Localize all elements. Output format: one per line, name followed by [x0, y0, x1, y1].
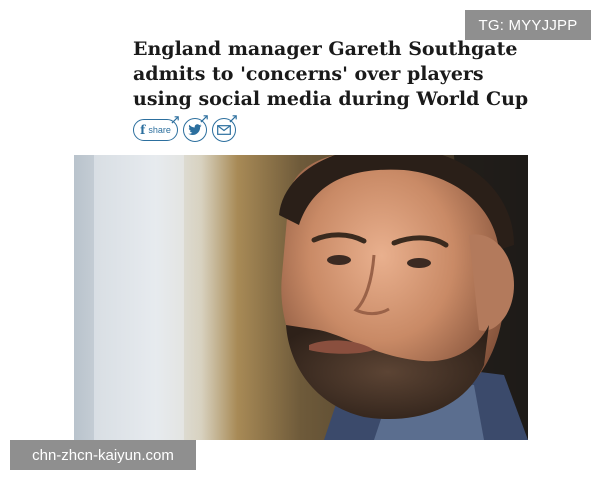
share-arrow-icon — [200, 115, 208, 123]
article-photo — [74, 155, 528, 440]
share-arrow-icon — [171, 116, 179, 124]
twitter-share-button[interactable] — [183, 115, 208, 142]
telegram-handle-badge: TG: MYYJJPP — [465, 10, 591, 40]
facebook-share-label: share — [148, 125, 171, 135]
facebook-share-button[interactable]: f share — [133, 116, 179, 141]
email-icon — [217, 125, 231, 135]
article-headline: England manager Gareth Southgate admits … — [133, 38, 529, 110]
share-arrow-icon — [229, 115, 237, 123]
site-watermark: chn-zhcn-kaiyun.com — [10, 440, 196, 470]
twitter-icon — [188, 124, 202, 135]
share-toolbar: f share — [133, 115, 237, 142]
facebook-icon: f — [140, 123, 146, 137]
man-portrait-photo — [74, 155, 528, 440]
email-share-button[interactable] — [212, 115, 237, 142]
